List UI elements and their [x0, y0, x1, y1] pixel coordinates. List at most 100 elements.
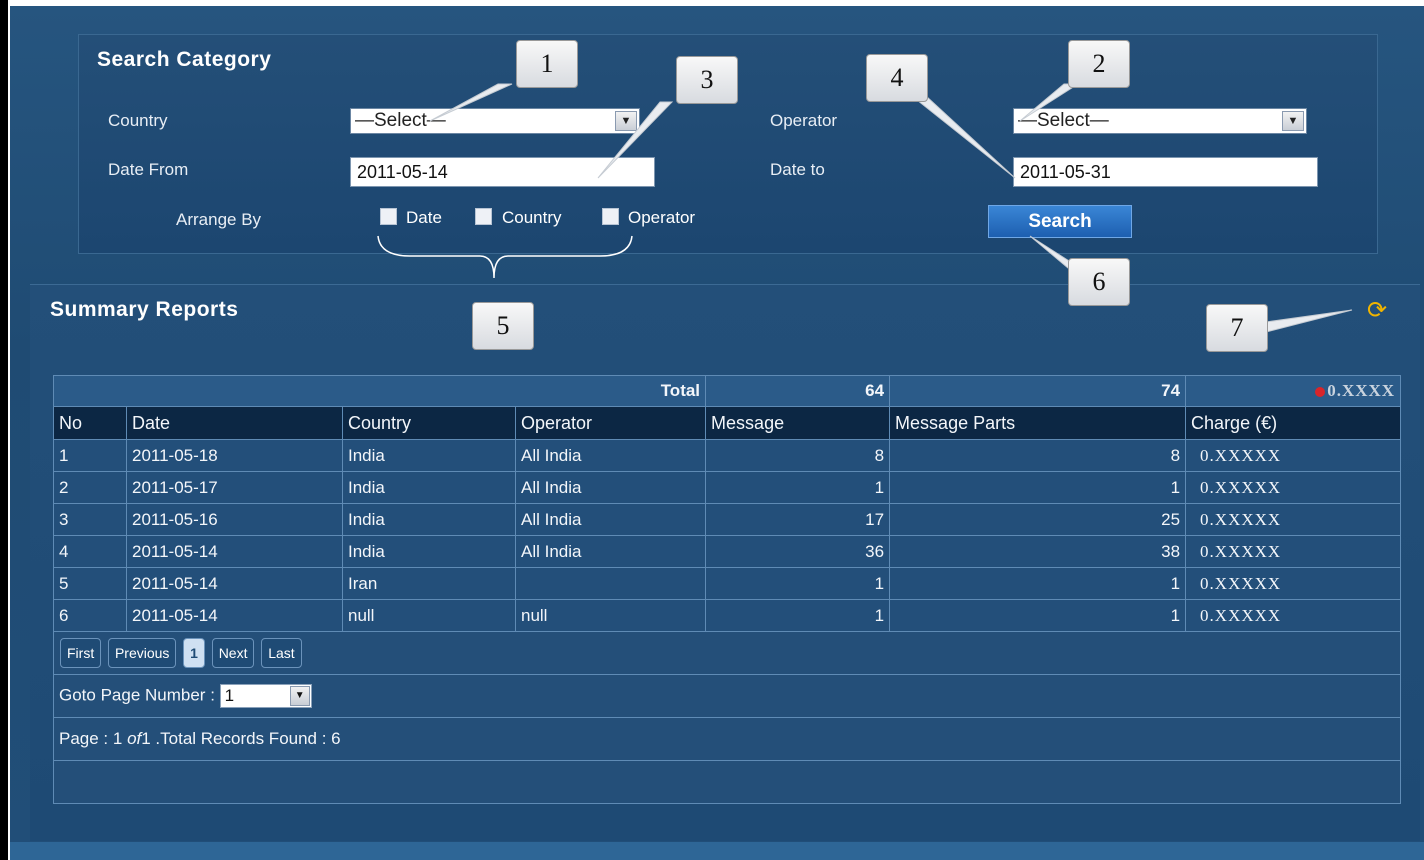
date-from-input[interactable]: 2011-05-14: [350, 157, 655, 187]
arrange-by-label: Arrange By: [176, 210, 262, 229]
total-charge-cell: 0.XXXX: [1185, 375, 1402, 407]
arrange-operator-checkbox[interactable]: [602, 208, 619, 225]
cell-charge: 0.XXXXX: [1185, 599, 1402, 632]
search-button[interactable]: Search: [988, 205, 1132, 238]
callout-7: 7: [1206, 304, 1268, 352]
goto-row: Goto Page Number : 1 ▼: [52, 674, 1402, 718]
last-page-button[interactable]: Last: [261, 638, 302, 668]
cell-country: India: [342, 535, 516, 568]
country-label: Country: [108, 111, 168, 130]
callout-5: 5: [472, 302, 534, 350]
empty-row: [52, 760, 1402, 804]
pager-row: First Previous 1 Next Last: [52, 631, 1402, 675]
cell-charge: 0.XXXXX: [1185, 567, 1402, 600]
search-panel-title: Search Category: [97, 48, 272, 71]
first-page-button[interactable]: First: [60, 638, 102, 668]
cell-operator: All India: [514, 439, 707, 472]
cell-parts: 38: [889, 535, 1187, 568]
table-row: 4 2011-05-14 India All India 36 38 0.XXXXX: [53, 535, 1402, 568]
cell-no: 3: [53, 503, 127, 536]
total-charge: 0.XXXX: [1327, 381, 1396, 400]
country-select[interactable]: —Select— ▼: [350, 108, 640, 134]
date-to-label: Date to: [770, 160, 825, 179]
cell-date: 2011-05-14: [126, 567, 343, 600]
cell-country: India: [342, 471, 516, 504]
cell-country: India: [342, 503, 516, 536]
bottom-strip: [10, 842, 1424, 860]
status-cell: Page : 1 of1 .Total Records Found : 6: [52, 717, 1402, 761]
cell-operator: All India: [514, 535, 707, 568]
cell-no: 1: [53, 439, 127, 472]
cell-date: 2011-05-16: [126, 503, 343, 536]
table-header-row: No Date Country Operator Message Message…: [53, 406, 1402, 440]
cell-message: 36: [705, 535, 891, 568]
callout-3: 3: [676, 56, 738, 104]
arrange-date-checkbox[interactable]: [380, 208, 397, 225]
goto-page-value: 1: [224, 686, 235, 705]
cell-date: 2011-05-17: [126, 471, 343, 504]
chevron-down-icon[interactable]: ▼: [289, 686, 310, 706]
cell-no: 4: [53, 535, 127, 568]
goto-label: Goto Page Number :: [59, 685, 215, 705]
chevron-down-icon[interactable]: ▼: [615, 111, 637, 131]
total-message: 64: [705, 375, 891, 407]
col-header-no[interactable]: No: [53, 406, 127, 440]
callout-2: 2: [1068, 40, 1130, 88]
next-page-button[interactable]: Next: [211, 638, 255, 668]
cell-no: 5: [53, 567, 127, 600]
cell-charge: 0.XXXXX: [1185, 535, 1402, 568]
cell-message: 1: [705, 599, 891, 632]
previous-page-button[interactable]: Previous: [107, 638, 177, 668]
cell-operator: All India: [514, 503, 707, 536]
arrange-date-label: Date: [406, 208, 442, 227]
empty-cell: [52, 760, 1402, 804]
chevron-down-icon[interactable]: ▼: [1282, 111, 1304, 131]
date-to-input[interactable]: 2011-05-31: [1013, 157, 1318, 187]
summary-panel-title: Summary Reports: [50, 298, 239, 321]
table-row: 5 2011-05-14 Iran 1 1 0.XXXXX: [53, 567, 1402, 600]
table-row: 3 2011-05-16 India All India 17 25 0.XXXXX: [53, 503, 1402, 536]
cell-charge: 0.XXXXX: [1185, 471, 1402, 504]
col-header-message-parts[interactable]: Message Parts: [889, 406, 1187, 440]
table-row: 2 2011-05-17 India All India 1 1 0.XXXXX: [53, 471, 1402, 504]
operator-select-value: —Select—: [1018, 110, 1109, 131]
cell-date: 2011-05-18: [126, 439, 343, 472]
goto-page-select[interactable]: 1 ▼: [219, 684, 312, 708]
refresh-icon[interactable]: ⟳: [1364, 298, 1390, 324]
cell-message: 17: [705, 503, 891, 536]
callout-1: 1: [516, 40, 578, 88]
totals-row: Total 64 74 0.XXXX: [52, 375, 1402, 407]
cell-operator: [514, 567, 707, 600]
red-dot-icon: [1315, 386, 1326, 397]
cell-operator: null: [514, 599, 707, 632]
table-row: 6 2011-05-14 null null 1 1 0.XXXXX: [53, 599, 1402, 632]
cell-parts: 1: [889, 567, 1187, 600]
goto-cell: Goto Page Number : 1 ▼: [52, 674, 1402, 718]
col-header-date[interactable]: Date: [126, 406, 343, 440]
operator-select[interactable]: —Select— ▼: [1013, 108, 1307, 134]
arrange-operator-label: Operator: [628, 208, 696, 227]
cell-date: 2011-05-14: [126, 535, 343, 568]
current-page-button[interactable]: 1: [183, 638, 205, 668]
col-header-operator[interactable]: Operator: [514, 406, 707, 440]
total-label: Total: [52, 375, 707, 407]
left-border: [0, 0, 8, 860]
pager-cell: First Previous 1 Next Last: [52, 631, 1402, 675]
cell-message: 1: [705, 567, 891, 600]
col-header-charge[interactable]: Charge (€): [1185, 406, 1402, 440]
cell-operator: All India: [514, 471, 707, 504]
cell-country: India: [342, 439, 516, 472]
status-prefix: Page : 1: [59, 729, 128, 748]
summary-table: Total 64 74 0.XXXX No Date Country Opera…: [52, 375, 1402, 804]
table-row: 1 2011-05-18 India All India 8 8 0.XXXXX: [53, 439, 1402, 472]
cell-parts: 1: [889, 471, 1187, 504]
col-header-message[interactable]: Message: [705, 406, 891, 440]
cell-date: 2011-05-14: [126, 599, 343, 632]
cell-parts: 1: [889, 599, 1187, 632]
cell-message: 1: [705, 471, 891, 504]
cell-no: 2: [53, 471, 127, 504]
callout-6: 6: [1068, 258, 1130, 306]
cell-charge: 0.XXXXX: [1185, 503, 1402, 536]
col-header-country[interactable]: Country: [342, 406, 516, 440]
arrange-country-checkbox[interactable]: [475, 208, 492, 225]
